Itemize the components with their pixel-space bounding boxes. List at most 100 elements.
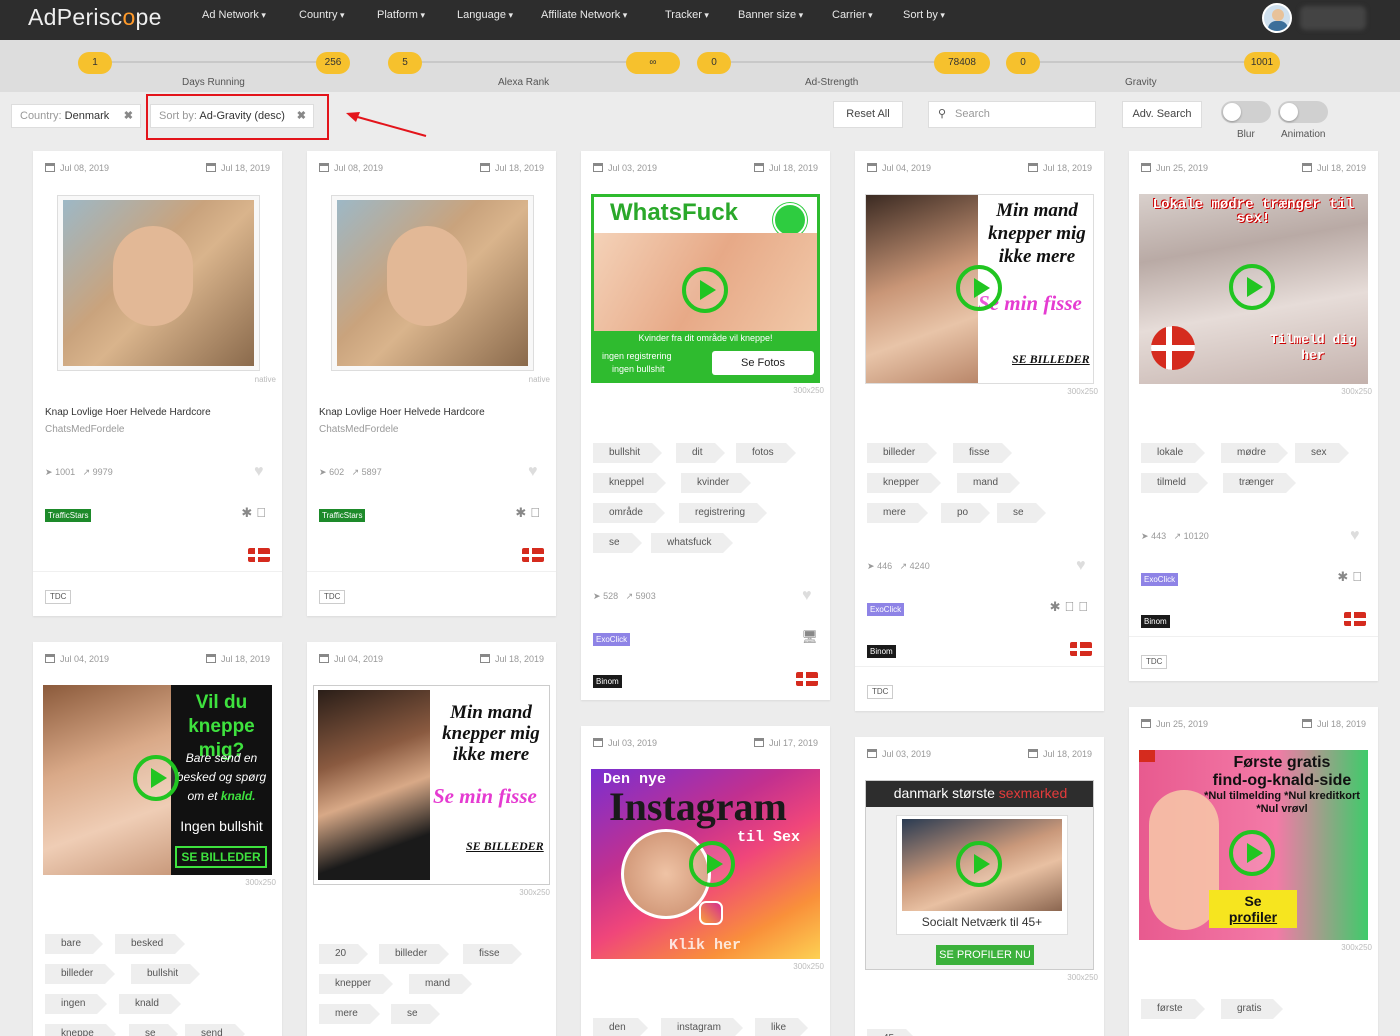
tag[interactable]: whatsfuck [651,533,735,553]
ad-card[interactable]: Jul 04, 2019 Jul 18, 2019 Vil du kneppe mi… [33,642,282,1036]
ad-card[interactable]: Jul 04, 2019 Jul 18, 2019 Min mand knepper… [307,642,556,1036]
tag[interactable]: 45 [867,1029,917,1036]
tag[interactable]: gratis [1221,999,1284,1019]
alexa-rank-max-handle[interactable]: ∞ [626,52,680,74]
ad-strength-track[interactable] [714,61,962,63]
tag[interactable]: mand [957,473,1021,493]
ad-card[interactable]: Jul 08, 2019 Jul 18, 2019 native Knap Lov… [33,151,282,616]
tag[interactable]: billeder [45,964,116,984]
heart-icon[interactable]: ♥ [802,588,818,604]
gravity-track[interactable] [1023,61,1261,63]
nav-tracker[interactable]: Tracker [665,9,709,21]
tag[interactable]: fisse [463,944,522,964]
user-avatar[interactable] [1262,3,1292,33]
ad-creative-image[interactable]: Første gratis find-og-knald-side *Nul tilm… [1139,750,1368,940]
nav-platform[interactable]: Platform [377,9,425,21]
gravity-min-handle[interactable]: 0 [1006,52,1040,74]
tag[interactable]: bullshit [593,443,663,463]
ad-card[interactable]: Jul 03, 2019 Jul 18, 2019 WhatsFuck Kvind… [581,151,830,700]
heart-icon[interactable]: ♥ [1076,558,1092,574]
reset-all-button[interactable]: Reset All [833,101,903,128]
ad-creative-image[interactable]: WhatsFuck Kvinder fra dit område vil kne… [591,194,820,383]
filter-chip-country[interactable]: Country: Denmark ✖ [11,104,141,128]
tag[interactable]: tilmeld [1141,473,1208,493]
tag[interactable]: se [391,1004,440,1024]
ad-card[interactable]: Jul 03, 2019 Jul 17, 2019 Den nye Instagr… [581,726,830,1036]
heart-icon[interactable]: ♥ [1350,528,1366,544]
blur-toggle[interactable] [1221,101,1271,123]
alexa-rank-track[interactable] [404,61,652,63]
gravity-max-handle[interactable]: 1001 [1244,52,1280,74]
ad-creative-image[interactable]: Lokale mødre trænger til sex! Tilmeld di… [1139,194,1368,384]
tag[interactable]: send [185,1024,245,1036]
tag[interactable]: trænger [1223,473,1297,493]
heart-icon[interactable]: ♥ [528,464,544,480]
nav-banner-size[interactable]: Banner size [738,9,803,21]
ad-card[interactable]: Jul 08, 2019 Jul 18, 2019 native Knap Lov… [307,151,556,616]
ad-creative-image[interactable] [57,195,260,371]
tag[interactable]: se [997,503,1046,523]
tag[interactable]: mødre [1221,443,1288,463]
tag[interactable]: mand [409,974,473,994]
adv-search-button[interactable]: Adv. Search [1122,101,1202,128]
ad-creative-image[interactable]: Vil du kneppe mig? Bare send en besked og … [43,685,272,875]
ad-card[interactable]: Jun 25, 2019 Jul 18, 2019 Første gratis fi… [1129,707,1378,1036]
trend-icon: ↗ [899,561,908,571]
ad-creative-image[interactable] [331,195,534,371]
tag[interactable]: billeder [379,944,450,964]
username-blurred[interactable] [1300,6,1366,30]
nav-ad-network[interactable]: Ad Network [202,9,266,21]
tag[interactable]: billeder [867,443,938,463]
nav-language[interactable]: Language [457,9,513,21]
search-input[interactable]: ⚲ Search [928,101,1096,128]
ad-card[interactable]: Jun 25, 2019 Jul 18, 2019 Lokale mødre tr… [1129,151,1378,681]
tag[interactable]: registrering [679,503,768,523]
tag[interactable]: sex [1295,443,1349,463]
days-running-max-handle[interactable]: 256 [316,52,350,74]
nav-affiliate-network[interactable]: Affiliate Network [541,9,627,21]
tag[interactable]: 20 [319,944,369,964]
tag[interactable]: kneppe [45,1024,116,1036]
nav-carrier[interactable]: Carrier [832,9,873,21]
tag[interactable]: første [1141,999,1205,1019]
nav-country[interactable]: Country [299,9,345,21]
ad-card[interactable]: Jul 04, 2019 Jul 18, 2019 Min mand knepper… [855,151,1104,711]
ad-card[interactable]: Jul 03, 2019 Jul 18, 2019 danmark største… [855,737,1104,1036]
tag[interactable]: kneppel [593,473,667,493]
tag[interactable]: mere [319,1004,380,1024]
ad-creative-image[interactable]: Den nye Instagram til Sex Klik her [591,769,820,959]
heart-icon[interactable]: ♥ [254,464,270,480]
tag[interactable]: lokale [1141,443,1206,463]
ad-creative-image[interactable]: Min mand knepper mig ikke mere Se min fiss… [865,194,1094,384]
alexa-rank-min-handle[interactable]: 5 [388,52,422,74]
tag[interactable]: knald [119,994,181,1014]
tag[interactable]: kvinder [681,473,752,493]
tag[interactable]: like [755,1018,809,1036]
ad-strength-min-handle[interactable]: 0 [697,52,731,74]
animation-toggle[interactable] [1278,101,1328,123]
tag[interactable]: se [593,533,642,553]
days-running-min-handle[interactable]: 1 [78,52,112,74]
tag[interactable]: po [941,503,991,523]
ad-strength-max-handle[interactable]: 78408 [934,52,990,74]
logo[interactable]: AdPeriscope [28,4,162,31]
tag[interactable]: instagram [661,1018,743,1036]
tag[interactable]: bare [45,934,104,954]
ad-creative-image[interactable]: Min mand knepper mig ikke mere Se min fiss… [313,685,550,885]
nav-sort-by[interactable]: Sort by [903,9,945,21]
ad-creative-image[interactable]: danmark største sexmarked Socialt Netvær… [865,780,1094,970]
tag[interactable]: knepper [867,473,942,493]
days-running-track[interactable] [95,61,333,63]
tag[interactable]: område [593,503,665,523]
tag[interactable]: fisse [953,443,1012,463]
tag[interactable]: ingen [45,994,109,1014]
tag[interactable]: knepper [319,974,394,994]
tag[interactable]: se [129,1024,178,1036]
tag[interactable]: mere [867,503,928,523]
tag[interactable]: fotos [736,443,796,463]
tag[interactable]: dit [676,443,725,463]
tag[interactable]: den [593,1018,648,1036]
close-icon[interactable]: ✖ [124,105,133,127]
tag[interactable]: bullshit [131,964,201,984]
tag[interactable]: besked [115,934,186,954]
